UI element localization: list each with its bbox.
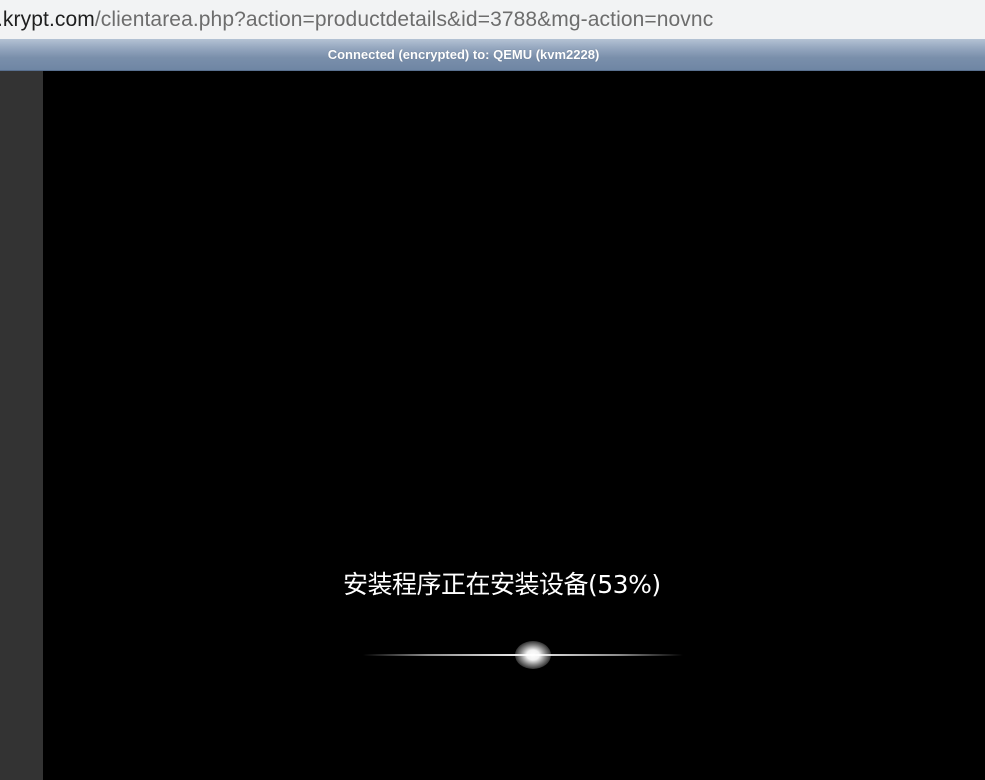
install-progress-indicator bbox=[363, 633, 683, 677]
vnc-control-strip[interactable] bbox=[0, 71, 43, 780]
page: .krypt.com/clientarea.php?action=product… bbox=[0, 0, 985, 780]
vnc-status-bar: Connected (encrypted) to: QEMU (kvm2228) bbox=[0, 39, 985, 71]
url-domain: .krypt.com bbox=[0, 7, 95, 31]
vnc-connection-status: Connected (encrypted) to: QEMU (kvm2228) bbox=[327, 47, 600, 62]
browser-address-bar[interactable]: .krypt.com/clientarea.php?action=product… bbox=[0, 0, 985, 39]
url-path: /clientarea.php?action=productdetails&id… bbox=[94, 7, 714, 31]
install-progress-message: 安装程序正在安装设备(53%) bbox=[343, 570, 661, 599]
url-field[interactable]: .krypt.com/clientarea.php?action=product… bbox=[0, 8, 713, 32]
progress-glow-core bbox=[514, 641, 551, 669]
vnc-remote-screen[interactable]: 安装程序正在安装设备(53%) bbox=[43, 71, 985, 780]
